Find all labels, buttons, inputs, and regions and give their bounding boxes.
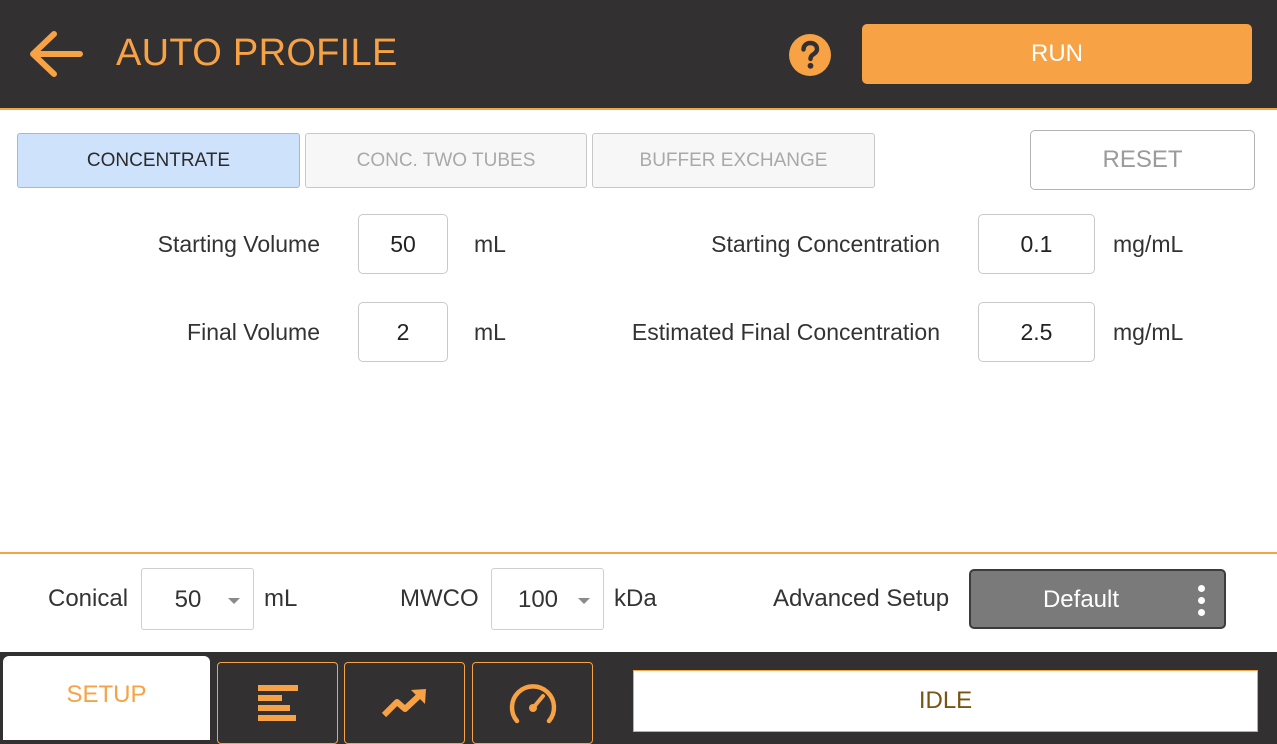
final-volume-unit: mL bbox=[474, 319, 506, 345]
starting-volume-input[interactable]: 50 bbox=[358, 214, 448, 274]
starting-volume-unit: mL bbox=[474, 231, 506, 257]
mwco-value: 100 bbox=[517, 586, 559, 613]
reset-button[interactable]: RESET bbox=[1030, 130, 1255, 190]
tab-concentrate[interactable]: CONCENTRATE bbox=[17, 133, 300, 188]
final-concentration-label: Estimated Final Concentration bbox=[631, 319, 940, 345]
tab-conc-two-tubes[interactable]: CONC. TWO TUBES bbox=[305, 133, 587, 188]
mwco-label: MWCO bbox=[400, 585, 479, 612]
mwco-unit: kDa bbox=[614, 585, 657, 612]
profile-bars-icon bbox=[257, 685, 298, 721]
final-volume-input[interactable]: 2 bbox=[358, 302, 448, 362]
arrow-left-icon[interactable] bbox=[26, 28, 86, 80]
speedometer-icon bbox=[509, 684, 556, 724]
advanced-setup-label: Advanced Setup bbox=[773, 585, 950, 612]
final-volume-label: Final Volume bbox=[187, 319, 320, 345]
section-divider bbox=[0, 552, 1277, 554]
conical-select[interactable]: 50 bbox=[141, 568, 254, 630]
starting-volume-label: Starting Volume bbox=[157, 231, 320, 257]
kebab-menu-icon[interactable] bbox=[1198, 585, 1206, 617]
status-indicator: IDLE bbox=[633, 670, 1258, 732]
final-concentration-value[interactable]: 2.5 bbox=[978, 302, 1095, 362]
page-title: AUTO PROFILE bbox=[116, 32, 398, 74]
final-concentration-unit: mg/mL bbox=[1113, 319, 1184, 345]
advanced-setup-value: Default bbox=[1042, 586, 1120, 613]
starting-concentration-unit: mg/mL bbox=[1113, 231, 1184, 257]
conical-unit: mL bbox=[264, 585, 298, 612]
starting-concentration-label: Starting Concentration bbox=[711, 231, 940, 257]
chevron-down-icon bbox=[578, 598, 590, 604]
nav-profile-button[interactable] bbox=[217, 662, 338, 744]
question-circle-icon[interactable] bbox=[788, 33, 832, 77]
run-button[interactable]: RUN bbox=[862, 24, 1252, 84]
starting-concentration-input[interactable]: 0.1 bbox=[978, 214, 1095, 274]
conical-label: Conical bbox=[48, 585, 129, 612]
advanced-setup-button[interactable]: Default bbox=[969, 569, 1226, 629]
app-header: AUTO PROFILE RUN bbox=[0, 0, 1277, 110]
nav-trend-button[interactable] bbox=[344, 662, 465, 744]
chevron-down-icon bbox=[228, 598, 240, 604]
tab-setup[interactable]: SETUP bbox=[3, 656, 210, 740]
trend-chart-icon bbox=[381, 689, 426, 718]
mwco-select[interactable]: 100 bbox=[491, 568, 604, 630]
conical-value: 50 bbox=[174, 586, 202, 613]
nav-gauge-button[interactable] bbox=[472, 662, 593, 744]
tab-buffer-exchange[interactable]: BUFFER EXCHANGE bbox=[592, 133, 875, 188]
